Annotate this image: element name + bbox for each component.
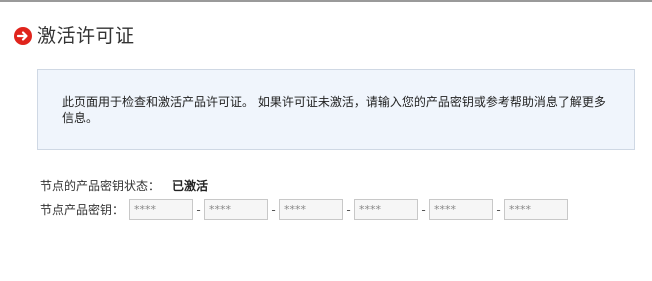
product-key-segment-2[interactable]	[204, 199, 269, 220]
page-title: 激活许可证	[37, 25, 135, 47]
product-key-label: 节点产品密钥：	[40, 203, 125, 217]
key-separator: -	[421, 202, 426, 217]
info-message: 此页面用于检查和激活产品许可证。 如果许可证未激活，请输入您的产品密钥或参考帮助…	[62, 95, 606, 125]
key-status-row: 节点的产品密钥状态： 已激活	[40, 177, 208, 194]
key-separator: -	[196, 202, 201, 217]
key-separator: -	[346, 202, 351, 217]
page-header: 激活许可证	[14, 24, 135, 48]
key-status-value: 已激活	[172, 179, 209, 193]
product-key-row: 节点产品密钥： - - - - -	[40, 199, 569, 220]
product-key-segment-1[interactable]	[129, 199, 194, 220]
product-key-segment-4[interactable]	[354, 199, 419, 220]
license-page: 激活许可证 此页面用于检查和激活产品许可证。 如果许可证未激活，请输入您的产品密…	[0, 0, 652, 281]
product-key-segment-3[interactable]	[279, 199, 344, 220]
arrow-right-circle-icon	[14, 27, 32, 45]
product-key-segment-5[interactable]	[429, 199, 494, 220]
info-message-box: 此页面用于检查和激活产品许可证。 如果许可证未激活，请输入您的产品密钥或参考帮助…	[37, 69, 635, 150]
product-key-segment-6[interactable]	[504, 199, 569, 220]
key-separator: -	[271, 202, 276, 217]
key-separator: -	[496, 202, 501, 217]
key-status-label: 节点的产品密钥状态：	[40, 179, 161, 193]
